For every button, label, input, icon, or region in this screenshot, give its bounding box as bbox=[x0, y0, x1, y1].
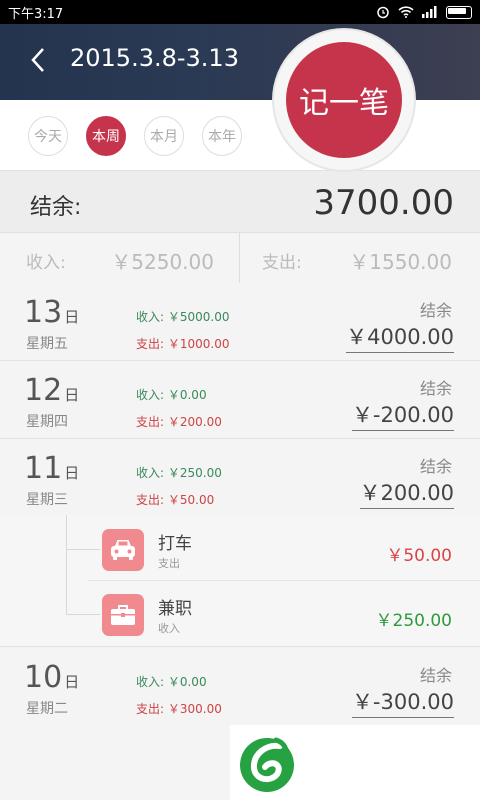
day-balance-label: 结余 bbox=[419, 457, 452, 476]
signal-icon bbox=[422, 6, 437, 18]
entry-amount: ￥50.00 bbox=[386, 546, 452, 566]
day-income: 收入: ￥250.00 bbox=[136, 466, 222, 480]
day-expense: 支出: ￥200.00 bbox=[136, 415, 222, 429]
category-name: 兼职 bbox=[158, 599, 192, 619]
wifi-icon bbox=[398, 6, 414, 18]
day-row[interactable]: 11 日 星期三 收入: ￥250.00 支出: ￥50.00 结余 ￥200.0… bbox=[0, 439, 480, 517]
tree-line bbox=[66, 515, 67, 615]
day-row[interactable]: 10 日 星期二 收入: ￥0.00 支出: ￥300.00 结余 ￥-300.0… bbox=[0, 648, 480, 726]
day-income: 收入: ￥5000.00 bbox=[136, 310, 230, 324]
day-row[interactable]: 13 日 星期五 收入: ￥5000.00 支出: ￥1000.00 结余 ￥40… bbox=[0, 283, 480, 361]
weekday: 星期三 bbox=[26, 492, 68, 508]
day-income: 收入: ￥0.00 bbox=[136, 675, 207, 689]
day-balance-value: ￥200.00 bbox=[359, 477, 454, 509]
car-icon bbox=[102, 529, 144, 571]
period-week[interactable]: 本周 bbox=[86, 116, 126, 156]
period-month[interactable]: 本月 bbox=[144, 116, 184, 156]
record-button[interactable]: 记一笔 bbox=[286, 42, 402, 158]
day-expense: 支出: ￥1000.00 bbox=[136, 337, 230, 351]
battery-icon bbox=[446, 5, 472, 19]
day-balance-label: 结余 bbox=[419, 379, 452, 398]
record-button-ring: 记一笔 bbox=[274, 30, 414, 170]
day-balance-value: ￥-200.00 bbox=[351, 399, 454, 431]
balance-value: 3700.00 bbox=[313, 183, 454, 223]
day-balance-label: 结余 bbox=[419, 666, 452, 685]
period-year[interactable]: 本年 bbox=[202, 116, 242, 156]
income-total-value: ￥5250.00 bbox=[111, 250, 214, 274]
date-range-title: 2015.3.8-3.13 bbox=[70, 44, 239, 72]
day-number: 10 日 bbox=[24, 660, 80, 695]
weekday: 星期五 bbox=[26, 336, 68, 352]
category-type: 收入 bbox=[158, 622, 180, 635]
day-number: 13 日 bbox=[24, 295, 80, 330]
detail-item[interactable]: 打车 支出 ￥50.00 bbox=[88, 517, 480, 581]
totals-row: 收入: ￥5250.00 支出: ￥1550.00 bbox=[0, 232, 480, 284]
weekday: 星期二 bbox=[26, 701, 68, 717]
day-balance-label: 结余 bbox=[419, 301, 452, 320]
leaf-logo-icon bbox=[240, 737, 294, 792]
day-number: 11 日 bbox=[24, 451, 80, 486]
status-bar: 下午3:17 bbox=[0, 0, 480, 24]
balance-summary: 结余: 3700.00 bbox=[0, 170, 480, 233]
day-row[interactable]: 12 日 星期四 收入: ￥0.00 支出: ￥200.00 结余 ￥-200.0… bbox=[0, 361, 480, 439]
day-income: 收入: ￥0.00 bbox=[136, 388, 207, 402]
day-number: 12 日 bbox=[24, 373, 80, 408]
status-time: 下午3:17 bbox=[8, 6, 64, 22]
balance-label: 结余: bbox=[30, 195, 82, 220]
expense-total-label: 支出: bbox=[262, 253, 302, 273]
briefcase-icon bbox=[102, 594, 144, 636]
divider bbox=[88, 580, 480, 581]
period-today[interactable]: 今天 bbox=[28, 116, 68, 156]
entry-amount: ￥250.00 bbox=[375, 611, 452, 631]
day-detail-list: 打车 支出 ￥50.00 兼职 收入 ￥250.00 bbox=[0, 515, 480, 647]
category-type: 支出 bbox=[158, 557, 180, 570]
income-total-label: 收入: bbox=[26, 253, 66, 273]
status-icons bbox=[376, 5, 472, 19]
back-arrow-icon[interactable] bbox=[28, 46, 48, 74]
day-expense: 支出: ￥50.00 bbox=[136, 493, 215, 507]
day-balance-value: ￥-300.00 bbox=[351, 686, 454, 718]
totals-divider bbox=[239, 233, 240, 283]
category-name: 打车 bbox=[158, 534, 192, 554]
alarm-icon bbox=[377, 6, 389, 19]
weekday: 星期四 bbox=[26, 414, 68, 430]
day-balance-value: ￥4000.00 bbox=[346, 321, 454, 353]
day-expense: 支出: ￥300.00 bbox=[136, 702, 222, 716]
detail-item[interactable]: 兼职 收入 ￥250.00 bbox=[88, 582, 480, 646]
expense-total-value: ￥1550.00 bbox=[349, 250, 452, 274]
